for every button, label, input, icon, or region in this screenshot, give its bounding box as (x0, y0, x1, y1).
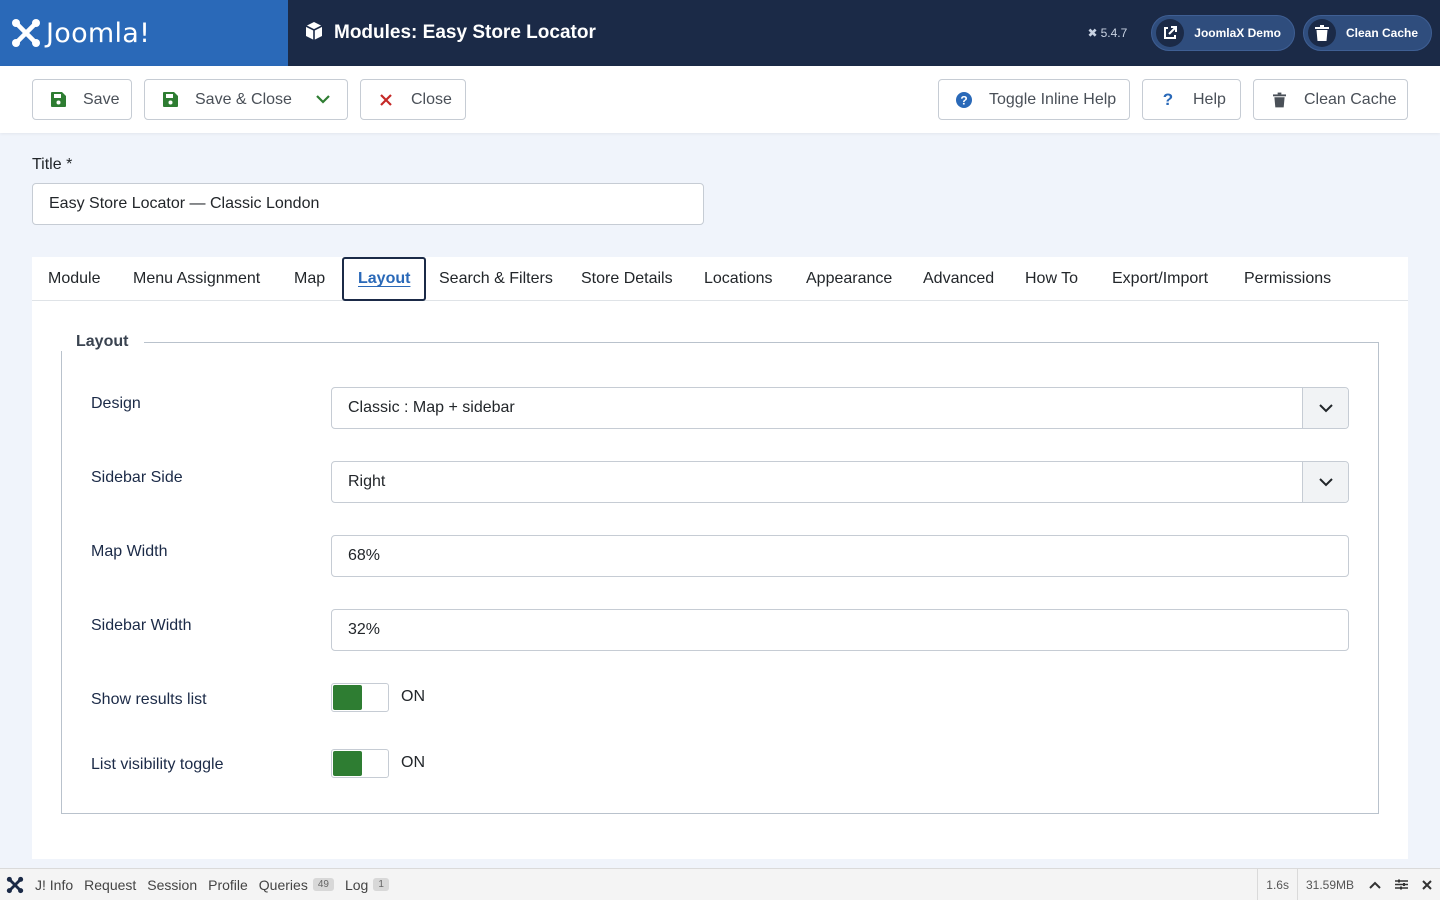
help-button[interactable]: ? Help (1142, 79, 1241, 120)
sidebar-width-input[interactable] (331, 609, 1349, 651)
list-toggle-state: ON (401, 754, 425, 771)
joomla-mini-icon: ✖ (1087, 26, 1098, 40)
tab-layout[interactable]: Layout (342, 257, 427, 301)
list-toggle-switch[interactable] (331, 749, 389, 778)
debug-memory: 31.59MB (1296, 869, 1362, 900)
clean-cache-button[interactable]: Clean Cache (1253, 79, 1408, 120)
map-width-label: Map Width (91, 543, 168, 560)
sidebar-side-select[interactable]: Right (331, 461, 1349, 503)
tab-search-filters[interactable]: Search & Filters (439, 257, 553, 301)
close-button[interactable]: Close (360, 79, 466, 120)
joomla-debug-icon[interactable] (6, 876, 24, 894)
trash-icon (1271, 92, 1287, 108)
save-options-dropdown[interactable] (298, 79, 348, 120)
sidebar-width-label: Sidebar Width (91, 617, 192, 634)
log-count-badge: 1 (373, 878, 389, 891)
tab-appearance[interactable]: Appearance (806, 257, 892, 301)
trash-icon (1307, 19, 1336, 47)
tab-bar: Module Menu Assignment Map Layout Search… (32, 257, 1408, 301)
tab-advanced[interactable]: Advanced (923, 257, 994, 301)
tab-how-to[interactable]: How To (1025, 257, 1078, 301)
sidebar-side-value: Right (348, 473, 386, 490)
show-results-state: ON (401, 688, 425, 705)
list-toggle-label: List visibility toggle (91, 756, 224, 773)
tab-menu-assignment[interactable]: Menu Assignment (133, 257, 260, 301)
joomla-logo-icon (10, 17, 42, 49)
title-label: Title * (32, 156, 73, 173)
tab-permissions[interactable]: Permissions (1244, 257, 1331, 301)
chevron-down-icon (315, 91, 330, 109)
debug-time: 1.6s (1257, 869, 1297, 900)
tab-map[interactable]: Map (294, 257, 325, 301)
debug-tab-profile[interactable]: Profile (208, 877, 248, 893)
save-close-button[interactable]: Save & Close (144, 79, 299, 120)
brand-text: Joomla! (46, 17, 151, 49)
design-label: Design (91, 395, 141, 412)
design-select[interactable]: Classic : Map + sidebar (331, 387, 1349, 429)
question-icon: ? (1162, 89, 1174, 109)
debug-bar: J! Info Request Session Profile Queries … (0, 868, 1440, 900)
tab-export-import[interactable]: Export/Import (1112, 257, 1208, 301)
page-heading: Modules: Easy Store Locator (304, 21, 596, 46)
chevron-down-icon (1302, 388, 1348, 428)
layout-legend: Layout (60, 333, 145, 351)
close-icon (378, 92, 394, 108)
header-clean-cache-button[interactable]: Clean Cache (1302, 15, 1432, 51)
show-results-label: Show results list (91, 691, 207, 708)
debug-tab-queries[interactable]: Queries 49 (259, 877, 334, 893)
chevron-down-icon (1302, 462, 1348, 502)
tab-module[interactable]: Module (48, 257, 100, 301)
toggle-inline-help-button[interactable]: ? Toggle Inline Help (938, 79, 1130, 120)
brand[interactable]: Joomla! (0, 0, 288, 66)
question-circle-icon: ? (956, 91, 972, 108)
tab-locations[interactable]: Locations (704, 257, 773, 301)
title-input[interactable] (32, 183, 704, 225)
settings-sliders-icon[interactable] (1388, 869, 1414, 900)
app-header: Joomla! Modules: Easy Store Locator ✖ 5.… (0, 0, 1440, 66)
switch-knob (333, 751, 362, 776)
page-title: Modules: Easy Store Locator (334, 22, 596, 43)
debug-tab-session[interactable]: Session (147, 877, 197, 893)
toolbar: Save Save & Close Close ? Toggle Inline … (0, 66, 1440, 133)
design-value: Classic : Map + sidebar (348, 399, 515, 416)
show-results-switch[interactable] (331, 683, 389, 712)
debug-tab-request[interactable]: Request (84, 877, 136, 893)
chevron-up-icon[interactable] (1362, 869, 1388, 900)
cube-icon (304, 21, 324, 46)
svg-text:?: ? (960, 93, 967, 107)
queries-count-badge: 49 (312, 878, 334, 891)
close-debug-icon[interactable] (1414, 869, 1440, 900)
tab-store-details[interactable]: Store Details (581, 257, 673, 301)
save-icon (162, 92, 178, 108)
switch-knob (333, 685, 362, 710)
debug-tab-log[interactable]: Log 1 (345, 877, 389, 893)
demo-site-button[interactable]: JoomlaX Demo (1151, 15, 1295, 51)
save-button[interactable]: Save (32, 79, 132, 120)
sidebar-side-label: Sidebar Side (91, 469, 183, 486)
save-icon (50, 92, 66, 108)
map-width-input[interactable] (331, 535, 1349, 577)
debug-tab-info[interactable]: J! Info (35, 877, 73, 893)
version-label: ✖ 5.4.7 (1087, 26, 1128, 40)
external-link-icon (1156, 19, 1185, 47)
